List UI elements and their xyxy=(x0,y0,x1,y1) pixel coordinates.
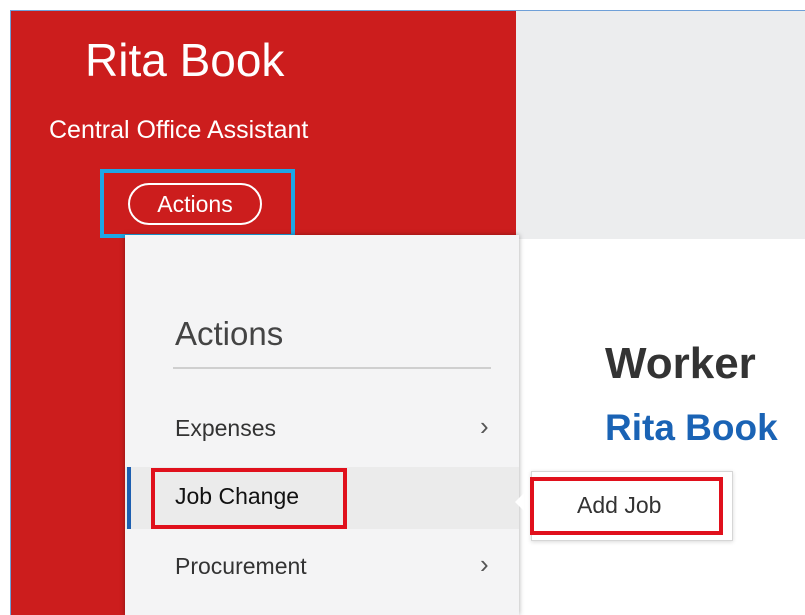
menu-item-label: Procurement xyxy=(175,553,307,579)
submenu-pointer xyxy=(515,493,524,511)
worker-name-link[interactable]: Rita Book xyxy=(605,407,778,449)
menu-heading: Actions xyxy=(175,315,284,352)
menu-item-label: Job Change xyxy=(175,483,300,509)
chevron-right-icon: › xyxy=(480,411,489,441)
profile-title: Central Office Assistant xyxy=(49,116,309,144)
job-change-submenu: Add Job xyxy=(531,471,733,541)
menu-item-label: Expenses xyxy=(175,415,277,441)
selected-indicator xyxy=(127,467,131,529)
worker-pane: Worker Rita Book xyxy=(520,239,805,615)
submenu-item-add-job[interactable]: Add Job xyxy=(577,492,661,519)
actions-menu: Actions Expenses › Job Change Procuremen… xyxy=(125,235,519,615)
menu-item-expenses[interactable]: Expenses › xyxy=(125,399,519,461)
profile-name: Rita Book xyxy=(85,34,285,86)
menu-divider xyxy=(173,367,491,369)
app-frame: Rita Book Central Office Assistant Actio… xyxy=(10,10,805,615)
menu-item-procurement[interactable]: Procurement › xyxy=(125,537,519,599)
chevron-right-icon: › xyxy=(480,549,489,579)
top-right-background xyxy=(516,11,805,239)
actions-button[interactable]: Actions xyxy=(128,183,262,225)
worker-label: Worker xyxy=(605,339,756,388)
menu-item-job-change[interactable]: Job Change xyxy=(125,467,519,529)
